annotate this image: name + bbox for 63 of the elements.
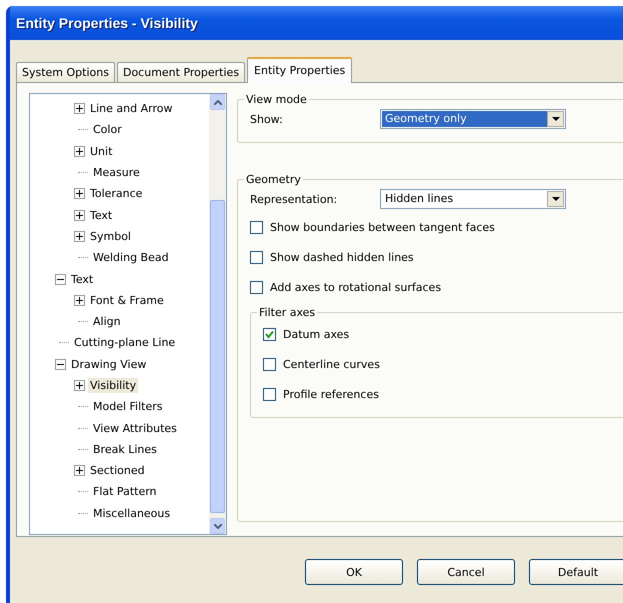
tree-item[interactable]: Break Lines (91, 442, 159, 457)
tree-item[interactable]: Tolerance (88, 186, 144, 202)
expand-icon[interactable] (74, 103, 85, 114)
expand-icon[interactable] (74, 294, 85, 306)
collapse-icon[interactable] (55, 358, 66, 370)
checkbox-label: Show dashed hidden lines (270, 250, 414, 264)
group-title: Filter axes (258, 306, 316, 319)
tree-item[interactable]: Sectioned (88, 463, 147, 478)
checkbox-label: Centerline curves (283, 358, 380, 370)
tree-item[interactable]: Model Filters (91, 399, 164, 414)
checkbox[interactable] (250, 280, 263, 294)
tree-item[interactable]: Font & Frame (88, 292, 166, 308)
dialog-button[interactable]: Cancel (417, 559, 515, 585)
group-title: View mode (245, 93, 308, 106)
dialog-button[interactable]: Default (529, 559, 623, 585)
tab[interactable]: System Options (16, 62, 115, 82)
tree-item[interactable]: Text (88, 208, 114, 223)
checkbox[interactable] (263, 388, 276, 400)
checkbox[interactable] (250, 250, 263, 264)
dropdown-arrow-icon (552, 196, 560, 202)
expand-icon[interactable] (74, 210, 85, 221)
expand-icon[interactable] (74, 465, 85, 476)
tree-item[interactable]: Text (69, 272, 96, 287)
tree-item[interactable]: View Attributes (91, 420, 179, 436)
expand-icon[interactable] (74, 188, 85, 200)
dropdown[interactable]: Hidden lines (380, 189, 566, 209)
dialog-button[interactable]: OK (305, 559, 403, 585)
expand-icon[interactable] (74, 380, 85, 391)
tree-item[interactable]: Flat Pattern (91, 484, 159, 500)
dropdown[interactable]: Geometry only (380, 109, 566, 129)
checkbox[interactable] (250, 220, 263, 234)
tree-item[interactable]: Align (91, 314, 123, 330)
tree-item[interactable]: Visibility (88, 378, 138, 393)
expand-icon[interactable] (74, 146, 85, 157)
tree-item[interactable]: Measure (91, 165, 142, 180)
scroll-up-button[interactable] (210, 94, 225, 110)
chevron-down-icon (214, 524, 222, 528)
checkbox[interactable] (263, 358, 276, 370)
tree-item[interactable]: Line and Arrow (88, 101, 174, 116)
tree-item[interactable]: Welding Bead (91, 250, 171, 266)
scroll-down-button[interactable] (210, 518, 225, 534)
checkbox-label: Datum axes (283, 328, 350, 340)
window-title: Entity Properties - Visibility (16, 15, 198, 31)
tab[interactable]: Entity Properties (247, 57, 352, 83)
collapse-icon[interactable] (55, 274, 66, 285)
tree-item[interactable]: Unit (88, 144, 114, 159)
chevron-up-icon (214, 100, 222, 104)
group-title: Geometry (245, 173, 302, 186)
dropdown-arrow-icon (552, 116, 560, 122)
checkbox-label: Add axes to rotational surfaces (270, 280, 442, 294)
checkbox-label: Profile references (283, 388, 379, 400)
tree-item[interactable]: Color (91, 122, 124, 138)
checkbox[interactable] (263, 328, 276, 340)
checkbox-label: Show boundaries between tangent faces (270, 220, 495, 234)
tree-item[interactable]: Drawing View (69, 356, 148, 372)
tab[interactable]: Document Properties (116, 62, 246, 82)
expand-icon[interactable] (74, 230, 85, 242)
field-label: Representation: (250, 192, 338, 206)
tree-item[interactable]: Miscellaneous (91, 506, 172, 521)
tree-item[interactable]: Cutting-plane Line (72, 335, 178, 350)
scrollbar[interactable] (209, 94, 226, 534)
tree-item[interactable]: Symbol (88, 228, 133, 244)
field-label: Show: (250, 112, 284, 126)
